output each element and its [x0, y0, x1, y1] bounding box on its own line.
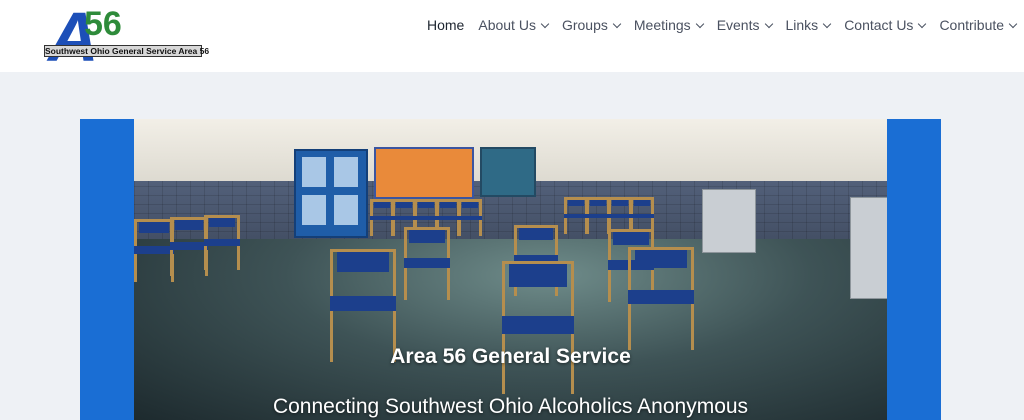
nav-item-label: Contact Us: [844, 17, 914, 33]
photo-radiator: [702, 189, 756, 253]
photo-chair: [564, 197, 588, 234]
nav-item-home[interactable]: Home: [427, 17, 464, 33]
logo-number: 56: [84, 5, 122, 43]
photo-chair: [170, 217, 208, 276]
nav-item-label: About Us: [478, 17, 536, 33]
nav-item-label: Groups: [561, 17, 608, 33]
photo-window: [480, 147, 536, 197]
chevron-down-icon: [1008, 19, 1018, 28]
nav-item-about-us[interactable]: About Us: [478, 17, 550, 33]
photo-chair: [502, 261, 574, 394]
nav-item-contact-us[interactable]: Contact Us: [844, 17, 927, 33]
photo-chair: [458, 199, 482, 236]
nav-item-label: Links: [785, 17, 819, 33]
photo-radiator: [850, 197, 887, 299]
photo-door: [294, 149, 368, 238]
nav-item-label: Events: [716, 17, 760, 33]
nav-item-links[interactable]: Links: [785, 17, 832, 33]
hero-photo: [134, 119, 887, 420]
nav-item-groups[interactable]: Groups: [561, 17, 622, 33]
nav-item-label: Meetings: [633, 17, 691, 33]
chevron-down-icon: [822, 19, 832, 28]
photo-notice-board: [374, 147, 474, 199]
hero-banner: Area 56 General Service Connecting South…: [80, 119, 941, 420]
hero-title: Area 56 General Service: [390, 345, 631, 368]
nav-item-label: Contribute: [939, 17, 1005, 33]
nav-item-label: Home: [427, 17, 465, 33]
logo-tagline: Southwest Ohio General Service Area 56: [44, 45, 210, 57]
nav-item-events[interactable]: Events: [716, 17, 773, 33]
photo-chair: [586, 197, 610, 234]
photo-chair: [204, 215, 240, 270]
chevron-down-icon: [540, 19, 550, 28]
chevron-down-icon: [918, 19, 927, 28]
main-nav: Home About Us Groups Meetings Events Lin…: [420, 14, 1023, 36]
site-header: A 56 Southwest Ohio General Service Area…: [0, 0, 1024, 72]
photo-chair: [134, 219, 174, 282]
nav-item-contribute[interactable]: Contribute: [939, 17, 1018, 33]
photo-chair: [370, 199, 394, 236]
site-logo[interactable]: A 56 Southwest Ohio General Service Area…: [40, 2, 210, 72]
photo-chair: [628, 247, 694, 350]
nav-item-meetings[interactable]: Meetings: [633, 17, 704, 33]
chevron-down-icon: [695, 19, 704, 28]
chevron-down-icon: [764, 19, 773, 28]
chevron-down-icon: [612, 19, 622, 28]
photo-chair: [404, 227, 450, 300]
hero-subtitle: Connecting Southwest Ohio Alcoholics Ano…: [272, 395, 749, 418]
